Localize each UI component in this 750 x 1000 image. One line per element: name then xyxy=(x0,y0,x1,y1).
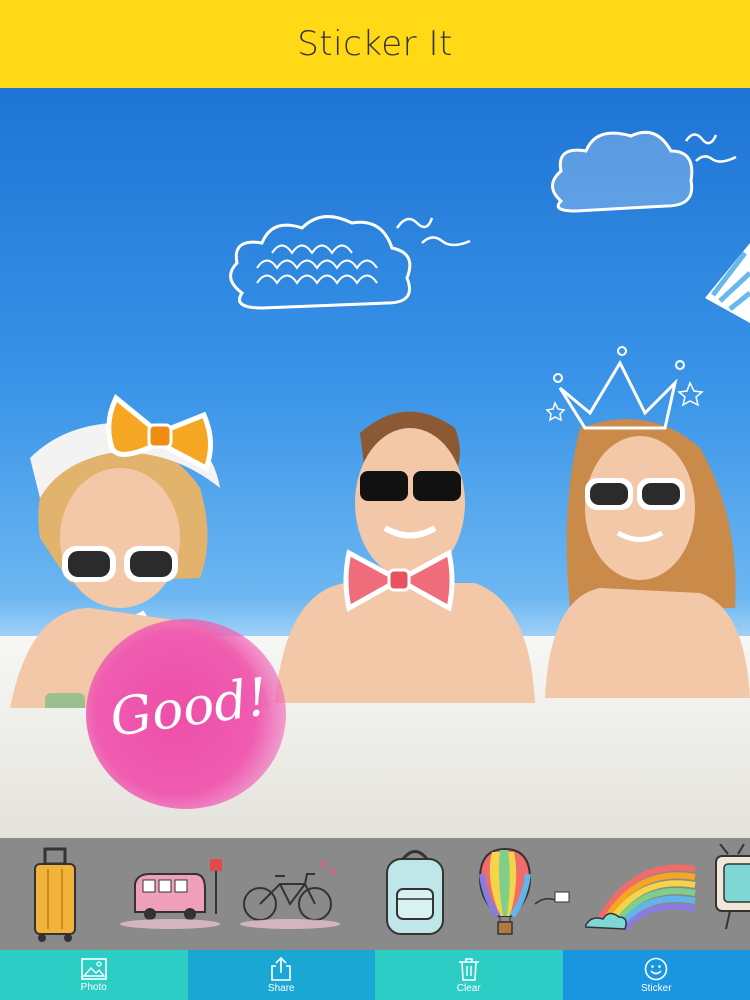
share-button[interactable]: Share xyxy=(187,950,375,1000)
backpack-sticker-thumb[interactable] xyxy=(370,838,460,950)
photo-canvas[interactable]: Good! xyxy=(0,88,750,838)
cloud-scribble-sticker[interactable] xyxy=(222,208,482,333)
person-right xyxy=(545,419,750,698)
cloud-outline-sticker[interactable] xyxy=(546,126,746,226)
bicycle-sticker-thumb[interactable] xyxy=(235,838,345,950)
clear-button-label: Clear xyxy=(456,982,481,994)
bus-icon xyxy=(120,859,222,929)
tv-icon xyxy=(715,844,750,930)
sticker-strip[interactable] xyxy=(0,838,750,950)
bicycle-icon xyxy=(240,860,340,929)
bottom-toolbar: Photo Share Clear Sticker xyxy=(0,950,750,1000)
photo-button[interactable]: Photo xyxy=(0,950,188,1000)
crown-sticker[interactable] xyxy=(540,333,710,443)
rainbow-icon xyxy=(585,864,696,931)
rainbow-sticker-thumb[interactable] xyxy=(585,838,700,950)
app-header: Sticker It xyxy=(0,0,750,88)
share-button-label: Share xyxy=(267,982,295,994)
good-splash-sticker[interactable]: Good! xyxy=(80,613,300,813)
kite-sticker[interactable] xyxy=(705,243,750,323)
photo-button-label: Photo xyxy=(80,981,107,993)
trash-icon xyxy=(458,957,479,981)
clear-button[interactable]: Clear xyxy=(375,950,563,1000)
bus-sticker-thumb[interactable] xyxy=(115,838,225,950)
smiley-icon xyxy=(644,957,668,980)
sticker-button-label: Sticker xyxy=(640,982,672,994)
suitcase-icon xyxy=(34,847,76,942)
sticker-button[interactable]: Sticker xyxy=(562,950,750,1000)
app-title: Sticker It xyxy=(297,24,453,64)
suitcase-sticker-thumb[interactable] xyxy=(20,838,90,950)
backpack-icon xyxy=(386,850,444,935)
hot-air-balloon-sticker-thumb[interactable] xyxy=(470,838,580,950)
tv-sticker-thumb[interactable] xyxy=(710,838,750,950)
share-icon xyxy=(271,956,292,981)
pink-bow-tie-sticker[interactable] xyxy=(343,548,455,613)
photo-icon xyxy=(80,957,107,980)
hot-air-balloon-icon xyxy=(478,847,570,935)
orange-bow-sticker[interactable] xyxy=(104,393,219,478)
